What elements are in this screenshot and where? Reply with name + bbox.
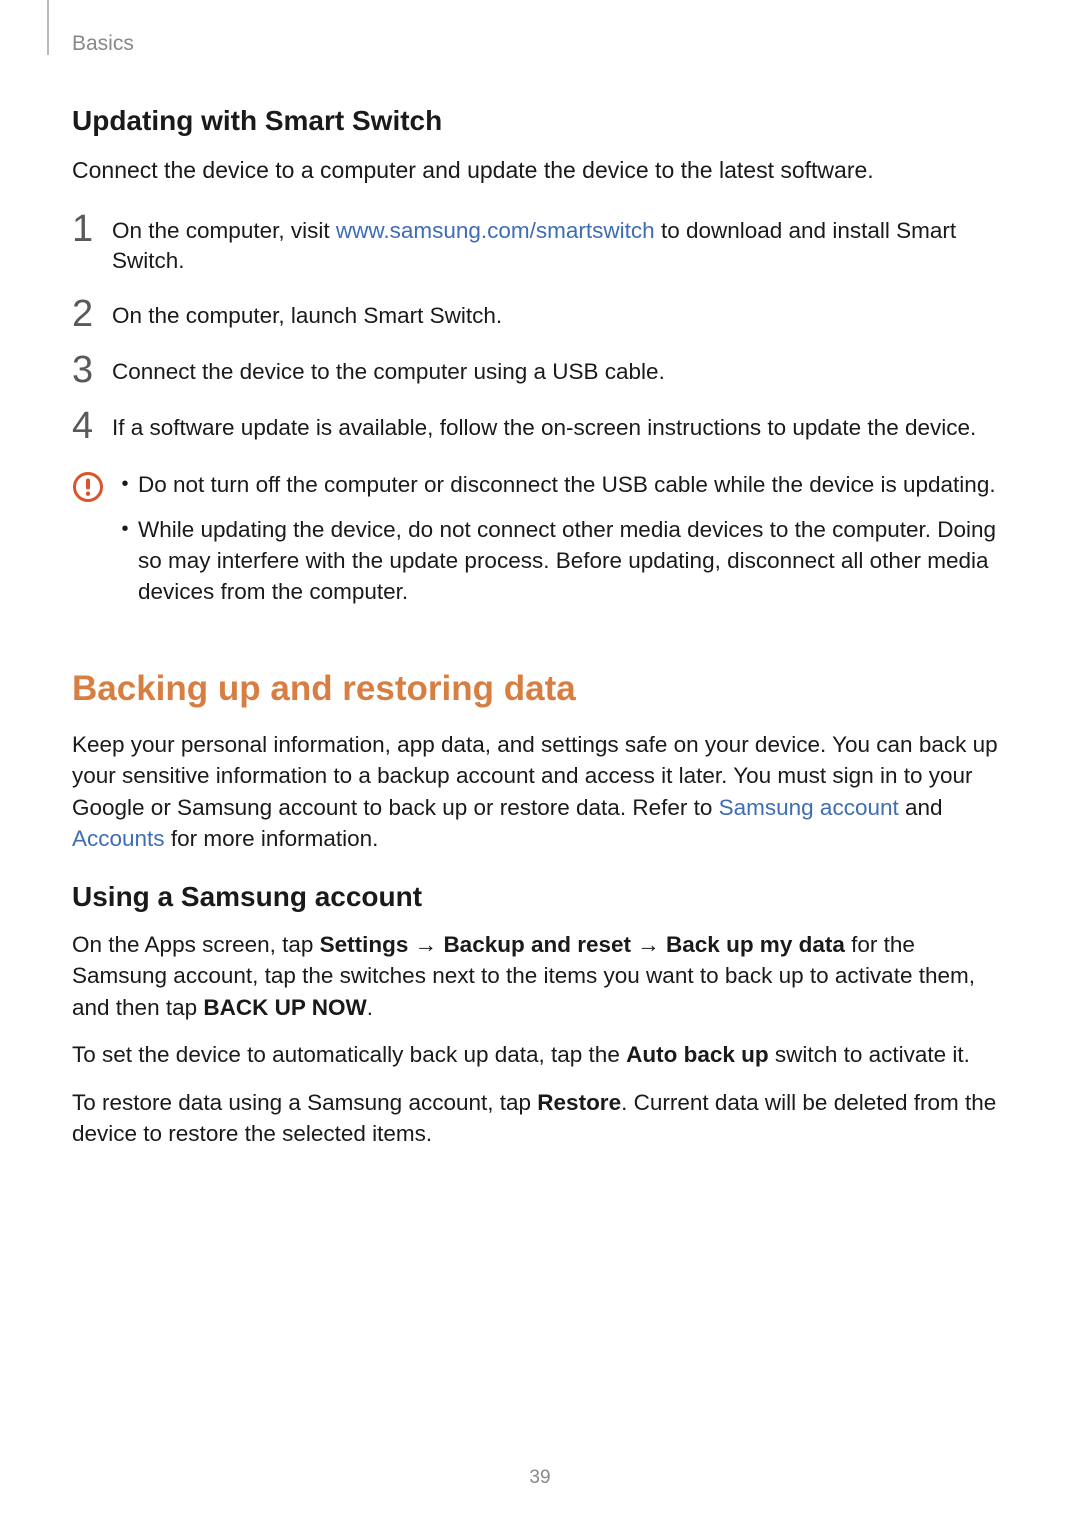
samsung-account-link[interactable]: Samsung account (719, 795, 899, 820)
p3-a: To restore data using a Samsung account,… (72, 1090, 537, 1115)
caution-notice: • Do not turn off the computer or discon… (72, 469, 1008, 621)
p1-b4: BACK UP NOW (203, 995, 366, 1020)
step-3: 3 Connect the device to the computer usi… (72, 357, 1008, 389)
caution-icon (72, 471, 112, 508)
step-number: 2 (72, 295, 112, 333)
backup-intro-paragraph: Keep your personal information, app data… (72, 729, 1008, 855)
intro-post: for more information. (165, 826, 379, 851)
p1-arrow2: → (631, 932, 666, 957)
caution-text: While updating the device, do not connec… (138, 514, 1008, 607)
caution-text: Do not turn off the computer or disconne… (138, 469, 996, 500)
step-body: On the computer, launch Smart Switch. (112, 301, 502, 331)
caution-item-1: • Do not turn off the computer or discon… (112, 469, 1008, 500)
step-number: 3 (72, 351, 112, 389)
page-content: Updating with Smart Switch Connect the d… (72, 105, 1008, 1166)
bullet-dot: • (112, 514, 138, 542)
subheading-samsung-account: Using a Samsung account (72, 881, 1008, 913)
breadcrumb: Basics (72, 32, 134, 56)
p2-a: To set the device to automatically back … (72, 1042, 626, 1067)
backup-paragraph-2: To set the device to automatically back … (72, 1039, 1008, 1071)
p1-b3: Back up my data (666, 932, 845, 957)
accounts-link[interactable]: Accounts (72, 826, 165, 851)
p1-b1: Settings (320, 932, 409, 957)
section-heading-smart-switch: Updating with Smart Switch (72, 105, 1008, 137)
bullet-dot: • (112, 469, 138, 497)
step-body: On the computer, visit www.samsung.com/s… (112, 216, 1008, 277)
p1-d: . (367, 995, 373, 1020)
step-number: 4 (72, 407, 112, 445)
step-4: 4 If a software update is available, fol… (72, 413, 1008, 445)
p1-arrow1: → (408, 932, 443, 957)
step-1: 1 On the computer, visit www.samsung.com… (72, 216, 1008, 277)
backup-paragraph-3: To restore data using a Samsung account,… (72, 1087, 1008, 1150)
section-heading-backup: Backing up and restoring data (72, 669, 1008, 709)
step-body: Connect the device to the computer using… (112, 357, 665, 387)
p3-b: Restore (537, 1090, 621, 1115)
page-number: 39 (0, 1467, 1080, 1489)
header-rule (47, 0, 49, 55)
step-2: 2 On the computer, launch Smart Switch. (72, 301, 1008, 333)
step-body: If a software update is available, follo… (112, 413, 976, 443)
caution-item-2: • While updating the device, do not conn… (112, 514, 1008, 607)
p1-b2: Backup and reset (443, 932, 631, 957)
p1-a: On the Apps screen, tap (72, 932, 320, 957)
smartswitch-link[interactable]: www.samsung.com/smartswitch (336, 218, 655, 243)
step-number: 1 (72, 210, 112, 248)
caution-body: • Do not turn off the computer or discon… (112, 469, 1008, 621)
step-text-pre: On the computer, visit (112, 218, 336, 243)
p2-b: Auto back up (626, 1042, 769, 1067)
steps-list: 1 On the computer, visit www.samsung.com… (72, 216, 1008, 445)
backup-paragraph-1: On the Apps screen, tap Settings → Backu… (72, 929, 1008, 1024)
p2-c: switch to activate it. (769, 1042, 970, 1067)
intro-mid: and (899, 795, 943, 820)
section-lead: Connect the device to a computer and upd… (72, 155, 1008, 186)
